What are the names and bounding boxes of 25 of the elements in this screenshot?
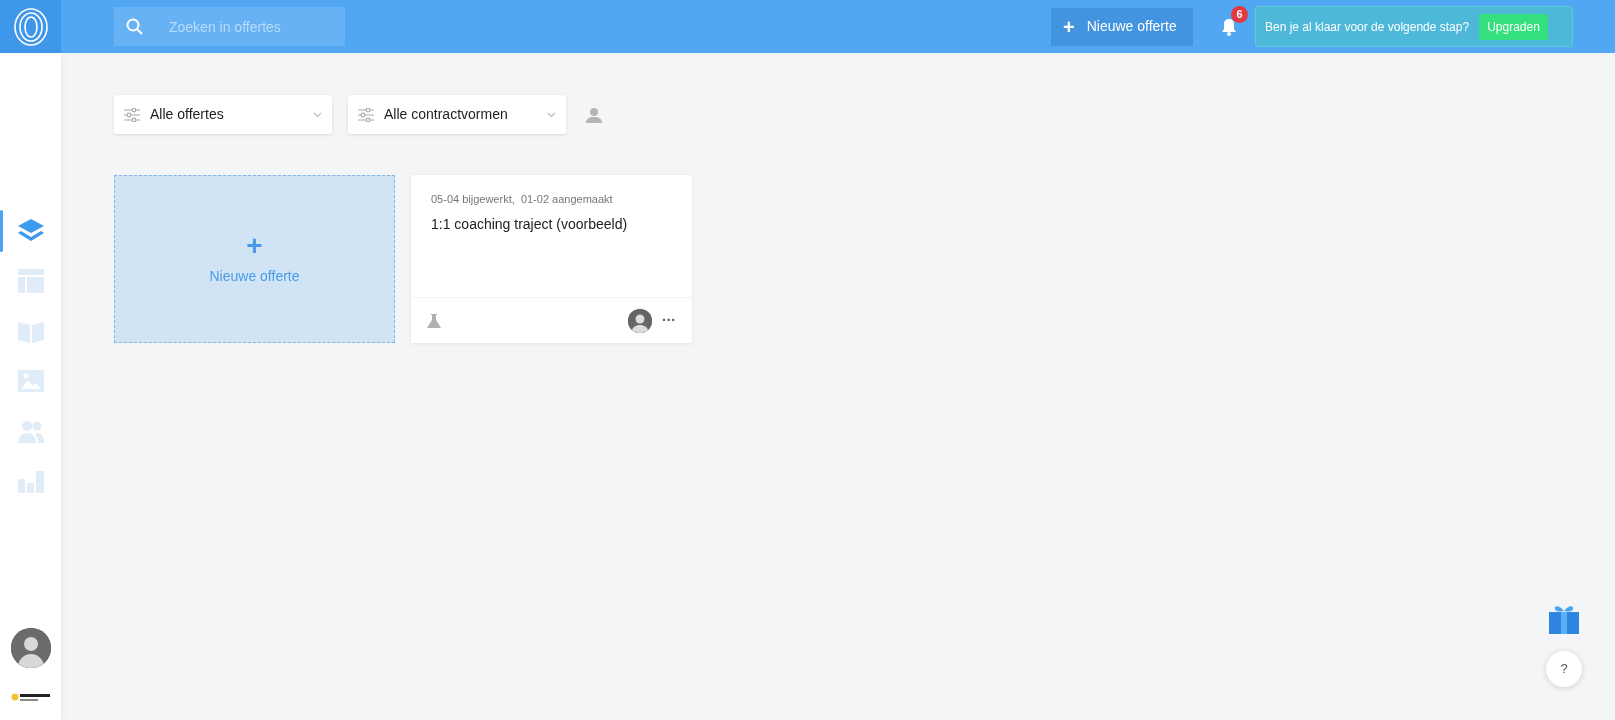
image-icon[interactable] [16,367,45,395]
layout-icon[interactable] [16,267,45,295]
notification-badge: 6 [1231,6,1248,23]
offer-card[interactable]: 05-04 bijgewerkt, 01-02 aangemaakt 1:1 coaching traject (voorbeeld) ··· [411,175,692,343]
chevron-down-icon [313,111,322,118]
avatar[interactable] [10,628,51,668]
company-logo-icon [10,692,51,704]
help-button[interactable]: ? [1546,651,1582,687]
gift-icon[interactable] [1547,603,1581,635]
offer-dates: 05-04 bijgewerkt, 01-02 aangemaakt [431,192,614,207]
upgrade-text: Ben je al klaar voor de volgende stap? [1265,18,1470,36]
chevron-down-icon [547,111,556,118]
avatar [628,308,652,333]
more-button[interactable]: ··· [662,310,676,331]
flask-icon[interactable] [427,312,441,329]
bell-icon[interactable] [1221,18,1237,37]
offer-title: 1:1 coaching traject (voorbeeld) [431,214,629,234]
filter-dropdown[interactable]: Alle offertes [114,95,332,134]
person-icon[interactable] [586,107,602,124]
filter-dropdown[interactable]: Alle contractvormen [348,95,566,134]
sliders-icon [124,107,140,122]
search-field[interactable]: Zoeken in offertes [114,7,345,46]
plus-icon: + [1063,11,1075,42]
sliders-icon [358,107,374,122]
logo-icon [12,6,49,47]
